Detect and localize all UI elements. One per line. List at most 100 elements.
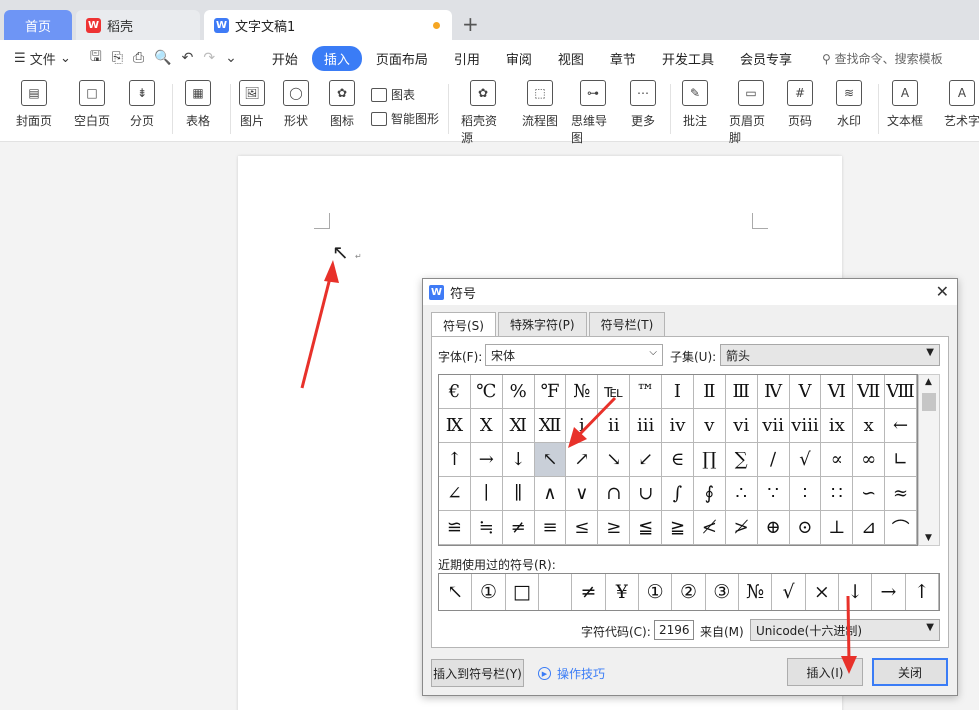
- symbol-cell[interactable]: ≈: [885, 477, 917, 511]
- ribbon-button-13[interactable]: # 页码: [778, 80, 822, 129]
- symbol-cell[interactable]: ⅵ: [725, 409, 758, 443]
- symbol-cell[interactable]: Ⅶ: [853, 375, 886, 409]
- save-icon[interactable]: 🖫: [90, 46, 102, 70]
- symbol-cell[interactable]: ←: [885, 409, 917, 443]
- symbol-cell[interactable]: ∕: [757, 443, 790, 477]
- recent-symbol-cell[interactable]: ¥: [606, 574, 639, 610]
- symbol-cell[interactable]: ≧: [662, 511, 694, 545]
- scroll-thumb[interactable]: [922, 393, 936, 411]
- symbol-cell[interactable]: Ⅴ: [789, 375, 822, 409]
- recent-symbol-cell[interactable]: №: [739, 574, 773, 610]
- symbol-cell[interactable]: ⅰ: [566, 409, 599, 443]
- recent-symbol-cell[interactable]: ↖: [439, 574, 473, 610]
- menu-item-6[interactable]: 章节: [598, 46, 648, 71]
- redo-icon[interactable]: ↷: [203, 50, 215, 66]
- ribbon-button-4[interactable]: 🖼 图片: [230, 80, 274, 129]
- symbol-cell[interactable]: ℃: [470, 375, 503, 409]
- symbol-cell[interactable]: Ⅵ: [821, 375, 854, 409]
- symbol-cell[interactable]: Ⅱ: [693, 375, 726, 409]
- export-icon[interactable]: ⎘: [112, 50, 123, 66]
- undo-icon[interactable]: ↶: [182, 50, 194, 66]
- recent-symbol-cell[interactable]: ①: [472, 574, 506, 610]
- recent-symbol-cell[interactable]: ③: [706, 574, 739, 610]
- symbol-cell[interactable]: ∮: [693, 477, 726, 511]
- menu-item-8[interactable]: 会员专享: [728, 46, 804, 71]
- menu-item-7[interactable]: 开发工具: [650, 46, 726, 71]
- more-icon[interactable]: ⌄: [225, 50, 237, 66]
- symbol-cell[interactable]: ≒: [470, 511, 503, 545]
- symbol-cell[interactable]: ⅹ: [853, 409, 886, 443]
- tab-document[interactable]: W 文字文稿1: [204, 10, 452, 40]
- tab-symbol-bar[interactable]: 符号栏(T): [588, 312, 666, 336]
- symbol-cell[interactable]: ⅲ: [630, 409, 663, 443]
- symbol-cell[interactable]: Ⅰ: [662, 375, 694, 409]
- symbol-cell[interactable]: ↙: [630, 443, 663, 477]
- insert-button[interactable]: 插入(I): [787, 658, 863, 686]
- symbol-cell[interactable]: →: [470, 443, 503, 477]
- ribbon-small-button-1[interactable]: 智能图形: [371, 110, 439, 127]
- ribbon-button-0[interactable]: ▤ 封面页: [12, 80, 56, 129]
- symbol-cell[interactable]: ⅳ: [662, 409, 694, 443]
- symbol-cell[interactable]: Ⅹ: [470, 409, 503, 443]
- command-search[interactable]: ⚲ 查找命令、搜索模板: [822, 50, 943, 67]
- menu-item-1[interactable]: 插入: [311, 45, 362, 71]
- scroll-down-icon[interactable]: ▼: [925, 533, 932, 543]
- symbol-cell[interactable]: ⅶ: [757, 409, 790, 443]
- ribbon-button-7[interactable]: ✿ 稻壳资源: [461, 80, 505, 146]
- symbol-cell[interactable]: ∝: [821, 443, 854, 477]
- symbol-cell[interactable]: Ⅻ: [534, 409, 567, 443]
- recent-symbol-cell[interactable]: □: [506, 574, 539, 610]
- symbol-cell[interactable]: №: [566, 375, 599, 409]
- from-select[interactable]: Unicode(十六进制) ▼: [750, 619, 940, 641]
- symbol-cell[interactable]: ⅱ: [598, 409, 631, 443]
- symbol-cell[interactable]: ℡: [598, 375, 631, 409]
- symbol-cell[interactable]: ≡: [534, 511, 567, 545]
- symbol-cell[interactable]: ∟: [885, 443, 917, 477]
- recent-symbol-cell[interactable]: ↑: [906, 574, 939, 610]
- ribbon-button-16[interactable]: A 艺术字: [940, 80, 979, 129]
- ribbon-button-2[interactable]: ⇟ 分页: [120, 80, 164, 129]
- symbol-cell[interactable]: ∧: [534, 477, 567, 511]
- ribbon-button-6[interactable]: ✿ 图标: [320, 80, 364, 129]
- symbol-cell[interactable]: ⅷ: [789, 409, 822, 443]
- symbol-cell[interactable]: ≌: [439, 511, 471, 545]
- symbol-cell[interactable]: Ⅲ: [725, 375, 758, 409]
- symbol-grid-scrollbar[interactable]: ▲ ▼: [918, 374, 940, 546]
- ribbon-button-10[interactable]: ⋯ 更多: [621, 80, 665, 129]
- symbol-cell[interactable]: €: [439, 375, 471, 409]
- scroll-up-icon[interactable]: ▲: [925, 377, 932, 387]
- font-select[interactable]: 宋体 ⌵: [485, 344, 663, 366]
- symbol-cell[interactable]: ↗: [566, 443, 599, 477]
- subset-select[interactable]: 箭头 ▼: [720, 344, 940, 366]
- menu-item-4[interactable]: 审阅: [494, 46, 544, 71]
- symbol-cell[interactable]: ∪: [630, 477, 663, 511]
- symbol-cell[interactable]: ∴: [725, 477, 758, 511]
- symbol-cell[interactable]: ∠: [439, 477, 471, 511]
- recent-symbol-cell[interactable]: [539, 574, 573, 610]
- tab-home[interactable]: 首页: [4, 10, 72, 40]
- symbol-cell[interactable]: ℉: [534, 375, 567, 409]
- recent-symbol-cell[interactable]: ①: [639, 574, 673, 610]
- ribbon-small-button-0[interactable]: 图表: [371, 86, 415, 103]
- recent-symbol-cell[interactable]: ×: [806, 574, 839, 610]
- ribbon-button-12[interactable]: ▭ 页眉页脚: [729, 80, 773, 146]
- symbol-cell[interactable]: ∞: [853, 443, 886, 477]
- symbol-cell[interactable]: ≤: [566, 511, 599, 545]
- symbol-cell[interactable]: ∫: [662, 477, 694, 511]
- symbol-cell[interactable]: ∩: [598, 477, 631, 511]
- insert-to-symbol-bar-button[interactable]: 插入到符号栏(Y): [431, 659, 524, 687]
- menu-item-3[interactable]: 引用: [442, 46, 492, 71]
- symbol-cell[interactable]: Ⅸ: [439, 409, 471, 443]
- ribbon-button-1[interactable]: □ 空白页: [70, 80, 114, 129]
- symbol-cell[interactable]: %: [502, 375, 535, 409]
- ribbon-button-3[interactable]: ▦ 表格: [176, 80, 220, 129]
- file-menu[interactable]: ☰ 文件 ⌄: [14, 49, 71, 68]
- symbol-cell[interactable]: ⊙: [789, 511, 822, 545]
- tab-special-chars[interactable]: 特殊字符(P): [497, 312, 587, 336]
- ribbon-button-11[interactable]: ✎ 批注: [673, 80, 717, 129]
- symbol-cell[interactable]: √: [789, 443, 822, 477]
- symbol-cell[interactable]: ↓: [502, 443, 535, 477]
- symbol-cell[interactable]: ↖: [534, 443, 567, 477]
- symbol-cell[interactable]: ↘: [598, 443, 631, 477]
- symbol-cell[interactable]: ≯: [725, 511, 758, 545]
